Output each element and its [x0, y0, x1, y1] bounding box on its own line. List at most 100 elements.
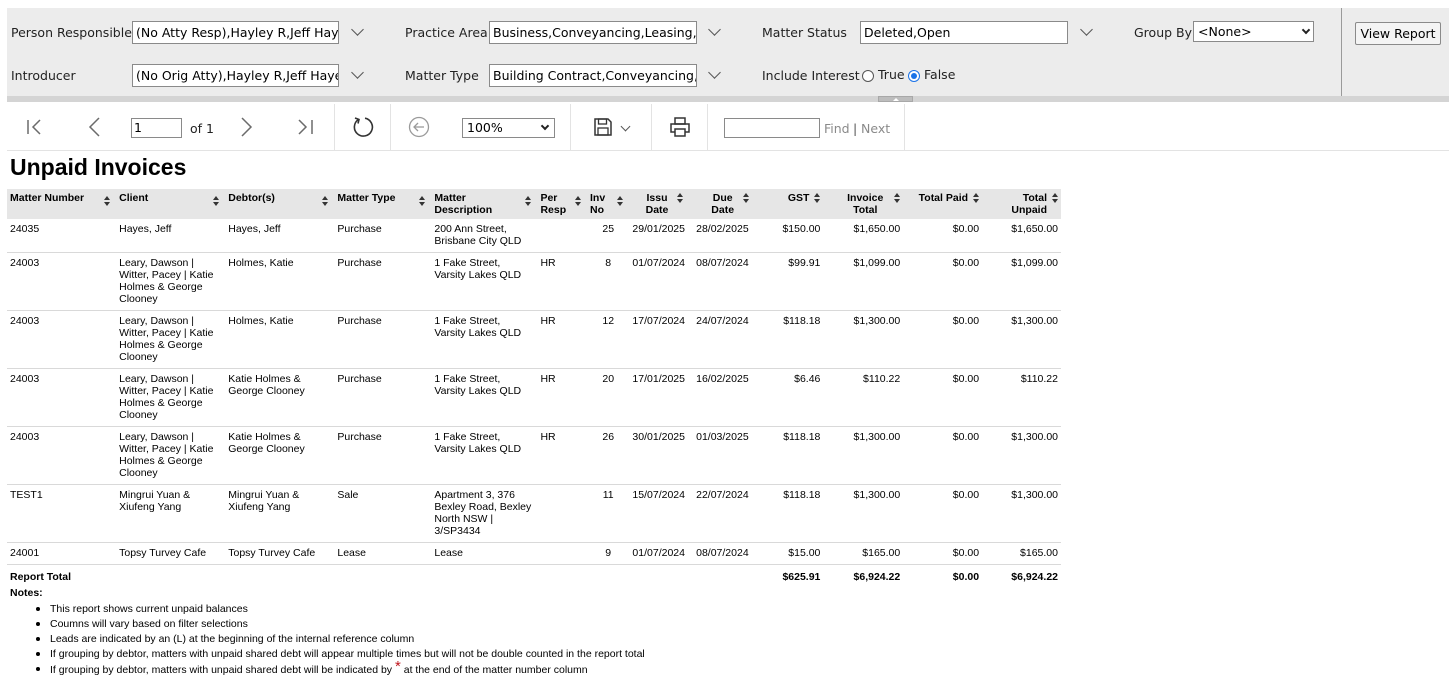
cell-gst: $118.18	[751, 310, 824, 369]
sort-icon[interactable]	[574, 196, 581, 206]
sort-icon[interactable]	[677, 193, 683, 203]
cell-total-unpaid: $1,650.00	[982, 219, 1061, 253]
cell-due-date: 01/03/2025	[686, 426, 752, 485]
cell-invoice-total: $1,300.00	[823, 484, 904, 543]
column-header-total-paid[interactable]: Total Paid	[903, 189, 983, 219]
cell-description: 200 Ann Street, Brisbane City QLD	[431, 219, 538, 253]
group-by-select[interactable]: <None>	[1193, 21, 1314, 42]
total-gst: $625.91	[782, 571, 821, 583]
cell-per-resp	[537, 484, 587, 543]
cell-invoice-total: $165.00	[823, 542, 904, 565]
practice-area-label: Practice Area	[405, 25, 488, 40]
include-interest-false-label: False	[924, 67, 956, 82]
save-icon[interactable]	[593, 117, 613, 137]
cell-total-paid: $0.00	[903, 426, 983, 485]
find-input[interactable]	[724, 118, 820, 138]
note-item: Leads are indicated by an (L) at the beg…	[36, 633, 645, 648]
cell-inv-no: 20	[586, 368, 630, 427]
column-header-debtors[interactable]: Debtor(s)	[225, 189, 335, 219]
column-header-per-resp[interactable]: Per Resp	[537, 189, 587, 219]
column-header-matter-type[interactable]: Matter Type	[334, 189, 432, 219]
last-page-icon[interactable]	[296, 118, 314, 136]
cell-description: 1 Fake Street, Varsity Lakes QLD	[431, 368, 538, 427]
include-interest-true-radio[interactable]	[862, 70, 874, 82]
cell-debtors: Holmes, Katie	[225, 310, 335, 369]
column-header-matter-description[interactable]: Matter Description	[431, 189, 538, 219]
cell-issue-date: 01/07/2024	[629, 252, 686, 311]
sort-icon[interactable]	[322, 196, 329, 206]
column-header-matter-number[interactable]: Matter Number	[7, 189, 117, 219]
sort-icon[interactable]	[1052, 193, 1058, 203]
column-header-invoice-total[interactable]: Invoice Total	[823, 189, 904, 219]
matter-type-field[interactable]: Building Contract,Conveyancing,Co	[489, 64, 697, 87]
sort-icon[interactable]	[742, 193, 749, 203]
total-invoice-total: $6,924.22	[853, 571, 901, 583]
cell-description: 1 Fake Street, Varsity Lakes QLD	[431, 426, 538, 485]
include-interest-false-radio[interactable]	[908, 70, 920, 82]
cell-gst: $118.18	[751, 426, 824, 485]
page-number-input[interactable]: 1	[131, 118, 182, 138]
cell-per-resp: HR	[537, 252, 587, 311]
sort-icon[interactable]	[973, 193, 980, 203]
person-responsible-field[interactable]: (No Atty Resp),Hayley R,Jeff Hayes	[132, 21, 339, 44]
cell-issue-date: 01/07/2024	[629, 542, 686, 565]
cell-client: Mingrui Yuan & Xiufeng Yang	[116, 484, 226, 543]
cell-debtors: Topsy Turvey Cafe	[225, 542, 335, 565]
cell-per-resp	[537, 219, 587, 253]
chevron-down-icon	[1301, 25, 1311, 35]
zoom-value: 100%	[467, 120, 503, 135]
sort-icon[interactable]	[419, 196, 426, 206]
page-count-label: of 1	[190, 121, 214, 136]
column-header-gst[interactable]: GST	[751, 189, 824, 219]
cell-gst: $6.46	[751, 368, 824, 427]
column-header-due-date[interactable]: Due Date	[686, 189, 752, 219]
cell-invoice-total: $1,300.00	[823, 426, 904, 485]
zoom-select[interactable]: 100%	[462, 118, 555, 138]
cell-inv-no: 26	[586, 426, 630, 485]
cell-debtors: Hayes, Jeff	[225, 219, 335, 253]
collapse-parameters-button[interactable]	[878, 96, 913, 102]
practice-area-field[interactable]: Business,Conveyancing,Leasing,Mo	[489, 21, 697, 44]
cell-per-resp: HR	[537, 426, 587, 485]
unpaid-invoices-table: Matter Number Client Debtor(s) Matter Ty…	[7, 189, 1061, 588]
cell-issue-date: 17/01/2025	[629, 368, 686, 427]
print-icon[interactable]	[669, 116, 691, 138]
cell-per-resp: HR	[537, 368, 587, 427]
cell-matter-number: 24003	[7, 426, 117, 485]
cell-matter-type: Lease	[334, 542, 432, 565]
report-total-label: Report Total	[10, 571, 72, 583]
previous-page-icon[interactable]	[86, 117, 104, 137]
introducer-field[interactable]: (No Orig Atty),Hayley R,Jeff Hayes	[132, 64, 339, 87]
report-notes: Notes: This report shows current unpaid …	[10, 587, 645, 678]
next-link[interactable]: Next	[861, 121, 890, 136]
back-icon[interactable]	[408, 116, 430, 138]
cell-client: Leary, Dawson | Witter, Pacey | Katie Ho…	[116, 426, 226, 485]
next-page-icon[interactable]	[237, 117, 255, 137]
sort-icon[interactable]	[814, 193, 821, 203]
column-header-client[interactable]: Client	[116, 189, 226, 219]
column-header-issue-date[interactable]: Issu Date	[629, 189, 686, 219]
sort-icon[interactable]	[617, 196, 624, 206]
sort-icon[interactable]	[525, 196, 532, 206]
refresh-icon[interactable]	[351, 115, 375, 139]
cell-inv-no: 25	[586, 219, 630, 253]
column-header-inv-no[interactable]: Inv No	[586, 189, 630, 219]
cell-matter-type: Purchase	[334, 252, 432, 311]
sort-icon[interactable]	[213, 196, 220, 206]
find-link[interactable]: Find	[824, 121, 850, 136]
group-by-value: <None>	[1198, 24, 1252, 39]
cell-per-resp: HR	[537, 310, 587, 369]
cell-client: Leary, Dawson | Witter, Pacey | Katie Ho…	[116, 368, 226, 427]
cell-matter-number: 24003	[7, 252, 117, 311]
sort-icon[interactable]	[104, 196, 111, 206]
view-report-button[interactable]: View Report	[1355, 22, 1441, 45]
cell-total-paid: $0.00	[903, 219, 983, 253]
first-page-icon[interactable]	[26, 118, 44, 136]
column-header-total-unpaid[interactable]: Total Unpaid	[982, 189, 1061, 219]
toolbar-separator	[707, 104, 708, 150]
notes-list: This report shows current unpaid balance…	[36, 603, 645, 678]
table-row: 24003 Leary, Dawson | Witter, Pacey | Ka…	[7, 252, 1061, 311]
cell-description: Lease	[431, 542, 538, 565]
matter-status-field[interactable]: Deleted,Open	[860, 21, 1068, 44]
sort-icon[interactable]	[894, 193, 901, 203]
